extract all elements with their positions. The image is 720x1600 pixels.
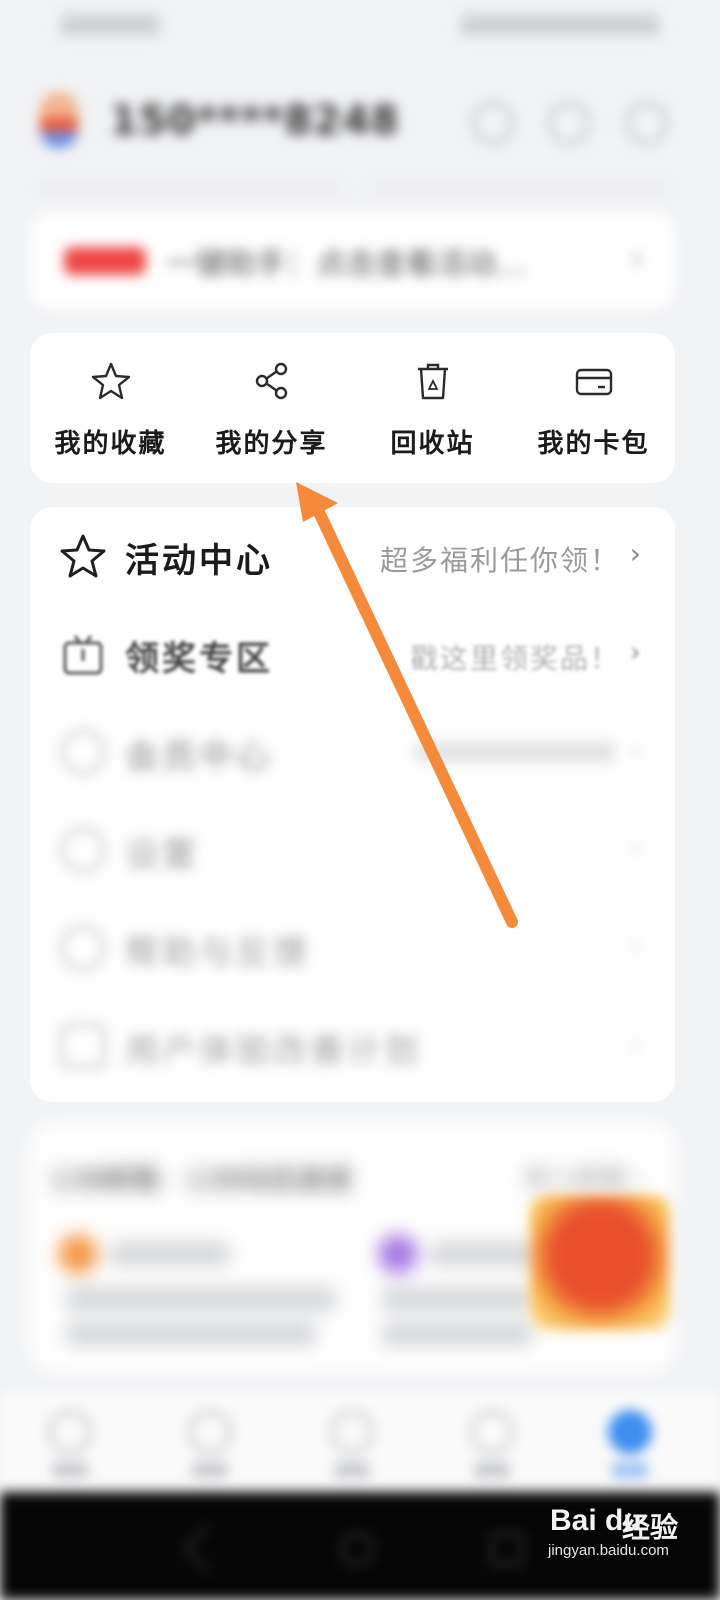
divider bbox=[370, 185, 670, 191]
menu-item-title: 设置 bbox=[125, 835, 199, 875]
recycle-bin-icon bbox=[417, 363, 448, 400]
menu-item-subtitle: 超多福利任你领！ bbox=[379, 544, 620, 577]
news-source-icon bbox=[58, 1234, 98, 1274]
quick-action-label: 我的分享 bbox=[215, 429, 328, 459]
plan-icon bbox=[60, 1023, 106, 1069]
tab-files[interactable] bbox=[180, 1410, 240, 1478]
quick-action-label: 我的收藏 bbox=[54, 429, 167, 459]
message-icon[interactable] bbox=[548, 102, 590, 144]
news-source bbox=[110, 1242, 230, 1266]
recents-icon[interactable] bbox=[490, 1532, 524, 1566]
discover-icon bbox=[330, 1410, 374, 1454]
chevron-right-icon: › bbox=[629, 635, 641, 668]
menu-item-title: 领奖专区 bbox=[125, 639, 273, 679]
tab-discover[interactable] bbox=[322, 1410, 382, 1478]
menu-item-member-center[interactable]: 会员中心 › bbox=[30, 703, 675, 801]
files-icon bbox=[188, 1410, 232, 1454]
star-outline-icon bbox=[60, 534, 106, 578]
back-icon[interactable] bbox=[182, 1524, 232, 1574]
home-icon bbox=[48, 1410, 92, 1454]
divider bbox=[40, 185, 340, 191]
member-icon bbox=[60, 729, 106, 775]
chevron-right-icon: › bbox=[629, 1027, 641, 1060]
notice-badge bbox=[64, 247, 146, 275]
recycle-bin-button[interactable]: 回收站 bbox=[352, 333, 513, 483]
status-icons bbox=[460, 14, 660, 36]
menu-item-title: 会员中心 bbox=[125, 737, 273, 777]
settings-icon bbox=[60, 827, 106, 873]
home-button-icon[interactable] bbox=[340, 1532, 374, 1566]
menu-item-title: 帮助与反馈 bbox=[125, 933, 310, 973]
favorites-button[interactable]: 我的收藏 bbox=[30, 333, 191, 483]
share-button[interactable]: 我的分享 bbox=[191, 333, 352, 483]
news-line bbox=[382, 1322, 532, 1346]
tab-home[interactable] bbox=[40, 1410, 100, 1478]
profile-header: 150****8248 bbox=[0, 80, 720, 170]
username[interactable]: 150****8248 bbox=[110, 98, 400, 144]
chevron-right-icon: › bbox=[629, 929, 641, 962]
tab-messages[interactable] bbox=[462, 1410, 522, 1478]
chevron-right-icon: › bbox=[629, 537, 641, 570]
avatar[interactable] bbox=[40, 92, 78, 148]
tab-label bbox=[612, 1462, 648, 1478]
menu-item-settings[interactable]: 设置 › bbox=[30, 801, 675, 899]
scan-icon[interactable] bbox=[472, 102, 514, 144]
watermark-url: jingyan.baidu.com bbox=[548, 1542, 669, 1559]
quick-actions-card: 我的收藏 我的分享 回收站 我的卡包 bbox=[30, 333, 675, 483]
settings-gear-icon[interactable] bbox=[626, 102, 668, 144]
menu-item-title: 活动中心 bbox=[125, 541, 273, 581]
news-source bbox=[430, 1242, 540, 1266]
menu-item-help[interactable]: 帮助与反馈 › bbox=[30, 899, 675, 997]
help-icon bbox=[60, 925, 106, 971]
tab-label bbox=[52, 1462, 88, 1478]
tab-label bbox=[334, 1462, 370, 1478]
tab-label bbox=[192, 1462, 228, 1478]
news-source-icon bbox=[378, 1234, 418, 1274]
tab-me[interactable] bbox=[600, 1410, 660, 1478]
gift-box-icon bbox=[63, 635, 103, 675]
bottom-tab-bar bbox=[0, 1392, 720, 1492]
baidu-jingyan-watermark: Bai du 经验 jingyan.baidu.com bbox=[540, 1490, 710, 1560]
news-heading: 139邮箱 · 139动态速递 bbox=[50, 1163, 352, 1196]
card-wallet-icon bbox=[575, 368, 612, 396]
quick-action-label: 回收站 bbox=[390, 429, 475, 459]
menu-item-subtitle bbox=[415, 741, 615, 763]
menu-item-rewards[interactable]: 领奖专区 戳这里领奖品！ › bbox=[30, 605, 675, 703]
status-bar bbox=[0, 0, 720, 52]
chevron-right-icon: › bbox=[631, 241, 643, 276]
quick-action-label: 我的卡包 bbox=[537, 429, 650, 459]
menu-item-experience-plan[interactable]: 用户体验改善计划 › bbox=[30, 997, 675, 1095]
news-line bbox=[382, 1287, 532, 1311]
star-icon bbox=[91, 362, 130, 400]
watermark-cn: 经验 bbox=[622, 1511, 679, 1544]
messages-icon bbox=[470, 1410, 514, 1454]
news-line bbox=[66, 1322, 316, 1346]
card-wallet-button[interactable]: 我的卡包 bbox=[513, 333, 674, 483]
me-icon bbox=[608, 1410, 652, 1454]
menu-item-subtitle: 戳这里领奖品！ bbox=[409, 642, 620, 675]
menu-item-title: 用户体验改善计划 bbox=[125, 1031, 421, 1071]
news-more-link[interactable]: 进入邮箱 › bbox=[522, 1158, 645, 1195]
tab-label bbox=[474, 1462, 510, 1478]
notice-banner[interactable]: 一键助手：点击查看活动… › bbox=[30, 213, 675, 309]
menu-item-activity-center[interactable]: 活动中心 超多福利任你领！ › bbox=[30, 507, 675, 605]
status-time bbox=[60, 14, 160, 36]
notice-text: 一键助手：点击查看活动… bbox=[166, 247, 526, 282]
chevron-right-icon: › bbox=[629, 831, 641, 864]
share-icon bbox=[255, 362, 287, 400]
floating-promo-badge[interactable] bbox=[530, 1195, 670, 1330]
news-line bbox=[66, 1287, 336, 1311]
menu-list: 活动中心 超多福利任你领！ › 领奖专区 戳这里领奖品！ › 会员中心 › 设置… bbox=[30, 507, 675, 1102]
chevron-right-icon: › bbox=[629, 733, 641, 766]
